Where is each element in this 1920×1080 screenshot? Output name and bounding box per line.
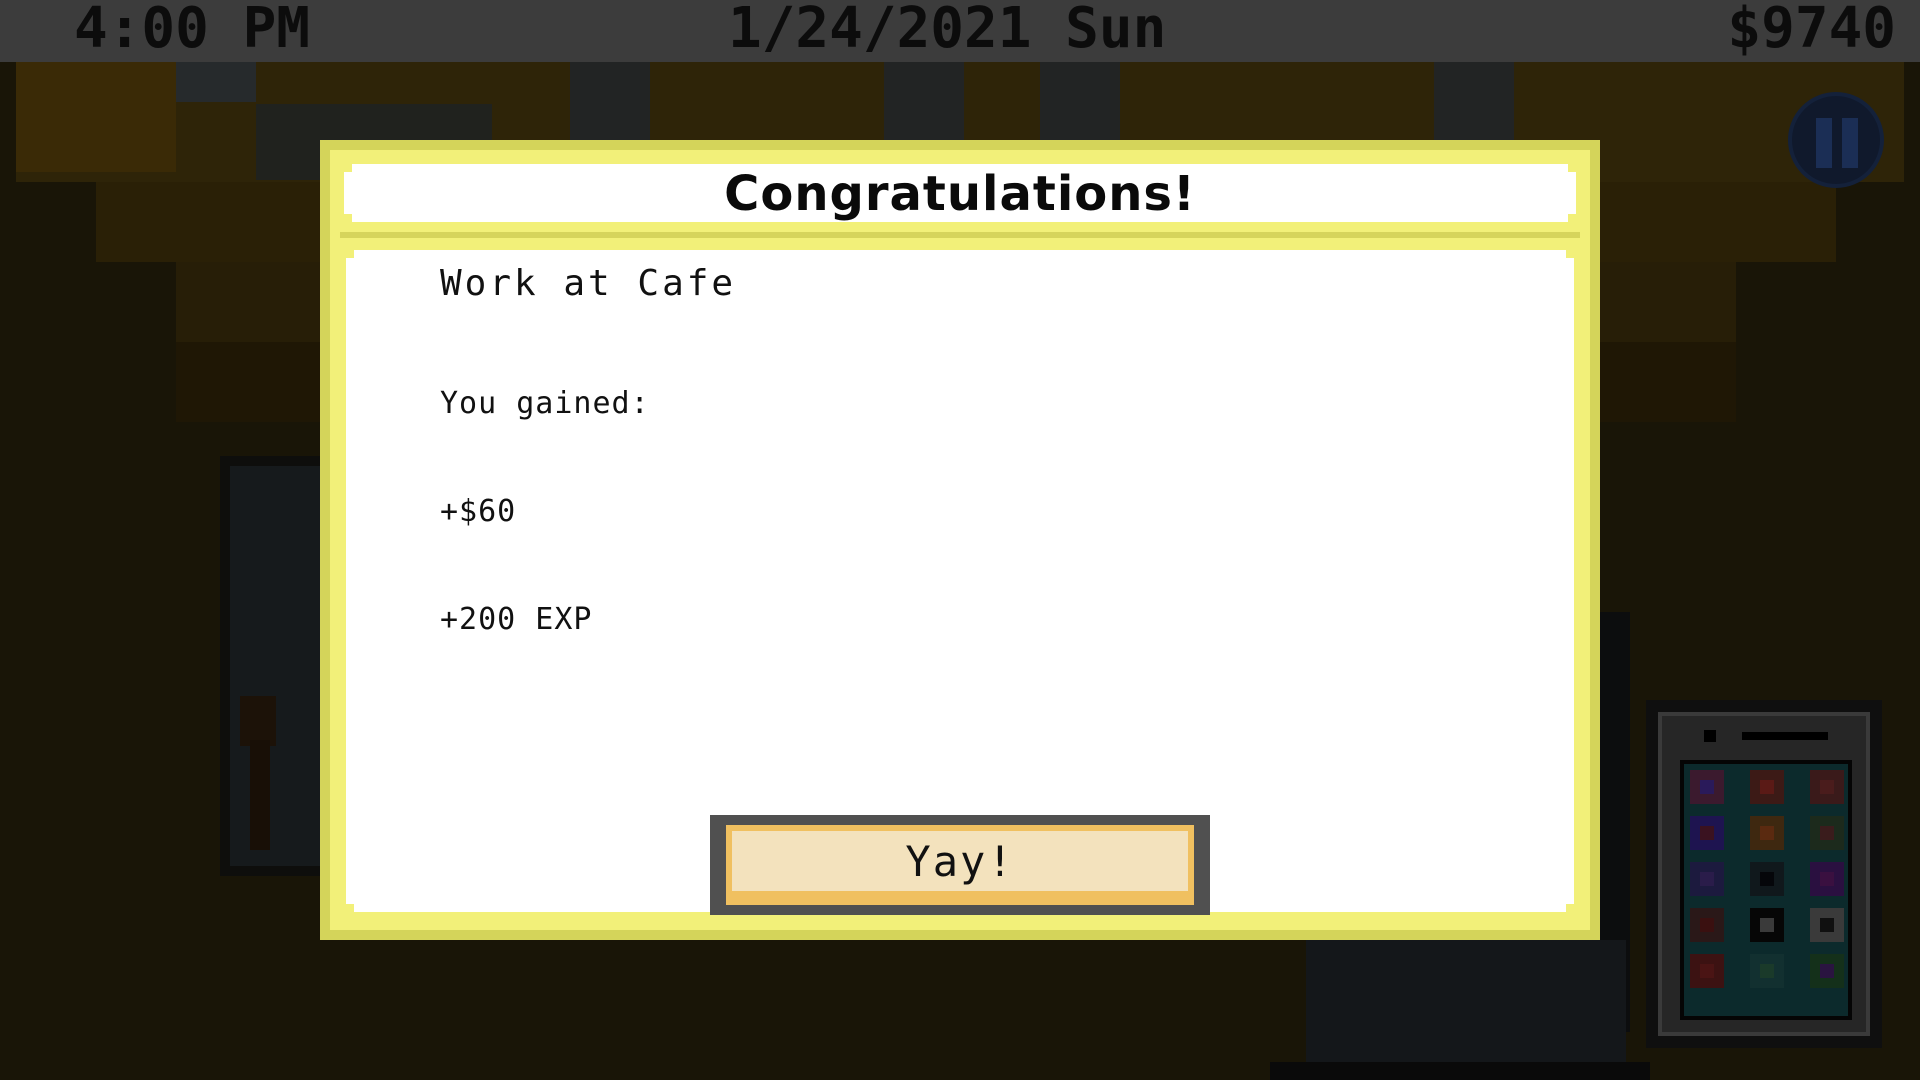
yay-button-frame: Yay! bbox=[710, 815, 1210, 915]
phone-app-icon bbox=[1750, 862, 1784, 896]
gains-header: You gained: bbox=[440, 386, 650, 421]
phone-app-icon bbox=[1690, 954, 1724, 988]
pause-button[interactable] bbox=[1788, 92, 1884, 188]
phone-app-icon bbox=[1810, 954, 1844, 988]
yay-button[interactable]: Yay! bbox=[726, 825, 1194, 905]
phone-speaker bbox=[1742, 732, 1828, 740]
phone-app-icon bbox=[1690, 908, 1724, 942]
dialog-title-bar: Congratulations! bbox=[344, 164, 1576, 222]
phone-body bbox=[1658, 712, 1870, 1036]
phone-app-icon bbox=[1750, 770, 1784, 804]
dialog-title: Congratulations! bbox=[724, 166, 1196, 222]
phone-app-icon bbox=[1750, 954, 1784, 988]
phone-app-icon bbox=[1810, 816, 1844, 850]
pause-icon bbox=[1816, 118, 1832, 168]
pause-icon-bar bbox=[1842, 118, 1858, 168]
phone-camera bbox=[1704, 730, 1716, 742]
title-divider bbox=[340, 232, 1580, 238]
gains-list: You gained: +$60 +200 EXP bbox=[440, 314, 650, 710]
dialog-body: Work at Cafe You gained: +$60 +200 EXP bbox=[346, 250, 1574, 912]
money-balance: $9740 bbox=[1727, 0, 1896, 61]
calendar-date: 1/24/2021 Sun bbox=[728, 0, 1167, 61]
phone-app-icon bbox=[1810, 908, 1844, 942]
clock-time: 4:00 PM bbox=[74, 0, 311, 61]
phone-screen bbox=[1680, 760, 1852, 1020]
phone-app-icon bbox=[1750, 816, 1784, 850]
phone-app-icon bbox=[1690, 862, 1724, 896]
phone-icon[interactable] bbox=[1646, 700, 1882, 1048]
gain-exp: +200 EXP bbox=[440, 602, 593, 637]
hud-bar: 4:00 PM 1/24/2021 Sun $9740 bbox=[0, 0, 1920, 62]
dialog-frame: Congratulations! Work at Cafe You gained… bbox=[330, 150, 1590, 930]
yay-button-label: Yay! bbox=[905, 837, 1015, 886]
phone-app-icon bbox=[1690, 770, 1724, 804]
phone-app-icon bbox=[1810, 770, 1844, 804]
phone-app-icon bbox=[1750, 908, 1784, 942]
activity-name: Work at Cafe bbox=[440, 263, 737, 304]
phone-app-icon bbox=[1810, 862, 1844, 896]
yay-button-face: Yay! bbox=[732, 831, 1188, 891]
gain-money: +$60 bbox=[440, 494, 517, 529]
phone-app-icon bbox=[1690, 816, 1724, 850]
